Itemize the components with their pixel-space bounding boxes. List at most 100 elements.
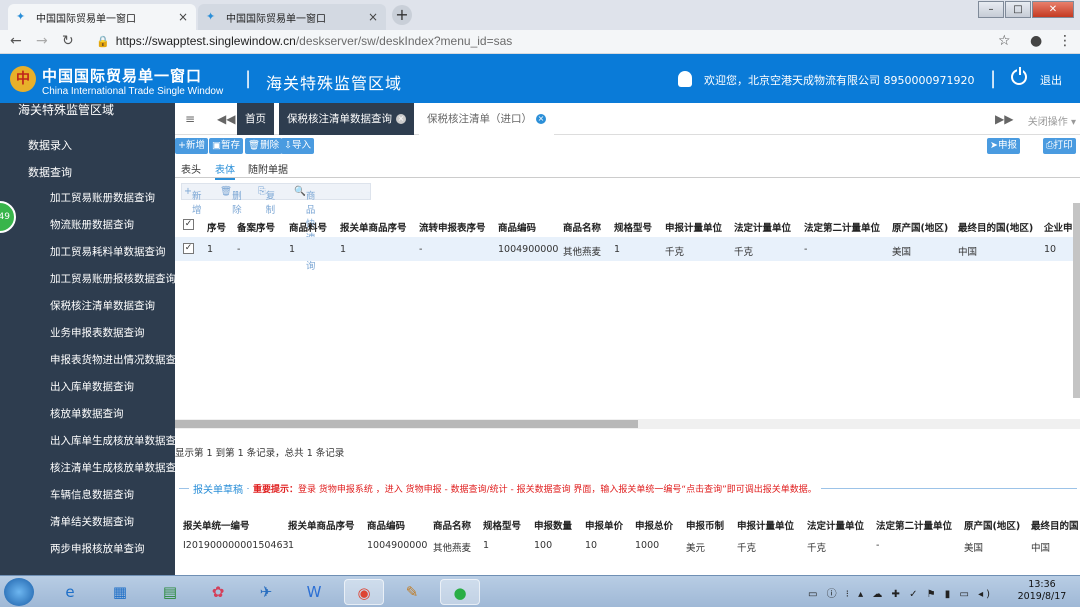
forward-arrow-icon[interactable]: → [36,33,48,49]
subtab-attachments[interactable]: 随附单据 [248,161,288,176]
user-icon [678,71,692,87]
table-cell: 中国 [1031,543,1051,554]
col-header: 申报计量单位 [665,223,723,234]
wps-writer-icon[interactable]: W [294,579,334,605]
sidebar-item[interactable]: 出入库单数据查询 [50,379,175,394]
add-button[interactable]: +新增 [175,138,208,154]
table-cell: 中国 [958,247,978,258]
vertical-scrollbar[interactable] [1073,203,1080,398]
close-tab-icon[interactable]: × [396,114,406,124]
body-toolbar: +新增 🗑删除 ⎘复制 🔍商品快速查询 [181,183,371,272]
body-delete-button[interactable]: 🗑 删除 [220,186,242,216]
browser-tab-title: 中国国际贸易单一窗口 [36,13,136,25]
sidebar-item[interactable]: 核注清单生成核放单数据查询 [50,460,175,475]
photos-app-icon[interactable]: ✿ [198,579,238,605]
col-header: 法定计量单位 [807,521,865,532]
table-header: ✓ 序号 备案序号 商品料号 报关单商品序号 流转申报表序号 商品编码 商品名称… [175,213,1075,237]
table-cell: 美国 [892,247,912,258]
col-header: 规格型号 [614,223,653,234]
single-window-favicon-icon: ✦ [16,10,26,23]
sidebar-item[interactable]: 车辆信息数据查询 [50,487,175,502]
spreadsheet-app-icon[interactable]: ▤ [150,579,190,605]
horizontal-scrollbar[interactable] [175,419,1080,429]
body-copy-button[interactable]: ⎘ 复制 [258,186,275,216]
address-bar: ← → ↻ 🔒 https://swapptest.singlewindow.cn… [0,30,1080,54]
subtab-header[interactable]: 表头 [181,161,201,176]
mail-app-icon[interactable]: ✈ [246,579,286,605]
declare-button[interactable]: ➤申报 [987,138,1020,154]
close-tab-icon[interactable]: × [368,10,378,24]
col-header: 商品名称 [433,521,472,532]
menu-toggle-icon[interactable]: ≡ [185,112,195,126]
back-arrow-icon[interactable]: ← [10,33,22,49]
sidebar-section-data-entry[interactable]: 数据录入 [28,137,72,153]
close-window-button[interactable]: ✕ [1032,1,1074,18]
goods-quick-search-button[interactable]: 🔍商品快速查询 [294,186,315,272]
add-label: 新增 [185,140,205,151]
browser-menu-icon[interactable]: ⋮ [1058,33,1072,49]
save-draft-label: 暂存 [220,140,240,151]
sidebar-item[interactable]: 业务申报表数据查询 [50,325,175,340]
table-row[interactable]: ✓ 1 - 1 1 - 1004900000 其他燕麦 1 千克 千克 - 美国… [175,237,1075,261]
close-operations-menu[interactable]: 关闭操作 ▾ [1028,113,1076,128]
scroll-right-icon[interactable]: ▶▶ [995,112,1013,126]
close-tab-icon[interactable]: × [536,114,546,124]
bookmark-star-icon[interactable]: ☆ [998,33,1011,49]
file-explorer-icon[interactable]: ▦ [100,579,140,605]
scroll-left-icon[interactable]: ◀◀ [217,112,235,126]
col-header: 报关单商品序号 [288,521,355,532]
tab-bonded-import[interactable]: 保税核注清单（进口） × [419,103,554,135]
horizontal-scroll-thumb[interactable] [175,420,638,428]
sidebar-item[interactable]: 申报表货物进出情况数据查询 [50,352,175,367]
sidebar-item[interactable]: 加工贸易耗料单数据查询 [50,244,175,259]
delete-button[interactable]: 🗑删除 [245,138,283,154]
sidebar-item[interactable]: 物流账册数据查询 [50,217,175,232]
chrome-icon[interactable]: ◉ [344,579,384,605]
power-icon[interactable] [1011,67,1027,85]
system-tray[interactable]: ▭ ⓘ ⁝ ▴ ☁ ✚ ✓ ⚑ ▮ ▭ ◂) [808,585,993,600]
minimize-button[interactable]: – [978,1,1004,18]
pagination-info: 显示第 1 到第 1 条记录，总共 1 条记录 [175,448,345,459]
draft-section-legend: 报关单草稿 [189,481,247,496]
reload-icon[interactable]: ↻ [62,33,74,49]
ie-icon[interactable]: e [50,579,90,605]
sidebar-item[interactable]: 出入库单生成核放单数据查询 [50,433,175,448]
import-button[interactable]: ⇩导入 [281,138,314,154]
new-tab-button[interactable]: + [392,5,412,25]
url-field[interactable]: 🔒 https://swapptest.singlewindow.cn/desks… [96,34,512,48]
row-checkbox[interactable]: ✓ [183,243,194,254]
sidebar-item[interactable]: 加工贸易账册报核数据查询 [50,271,175,286]
save-draft-button[interactable]: ▣暂存 [209,138,243,154]
body-add-button[interactable]: + 新增 [184,186,201,216]
sidebar-item[interactable]: 清单结关数据查询 [50,514,175,529]
sidebar-section-data-query[interactable]: 数据查询 [28,164,72,180]
account-icon[interactable]: ● [1030,33,1042,49]
start-button[interactable] [4,578,34,606]
maximize-button[interactable]: □ [1005,1,1031,18]
sidebar-item[interactable]: 保税核注清单数据查询 [50,298,175,313]
tab-home[interactable]: 首页 [237,103,274,135]
notification-badge[interactable]: 49 [0,201,16,233]
sidebar-item[interactable]: 加工贸易账册数据查询 [50,190,175,205]
print-button[interactable]: ⎙打印 [1043,138,1076,154]
browser-tab-1[interactable]: ✦ 中国国际贸易单一窗口 × [8,4,196,30]
table-cell: 100 [534,540,553,551]
close-tab-icon[interactable]: × [178,10,188,24]
subtab-body[interactable]: 表体 [215,161,235,180]
logout-link[interactable]: 退出 [1040,72,1062,88]
draft-section: 报关单草稿 重要提示：登录 货物申报系统 ，进入 货物申报 - 数据查询/统计 … [179,481,1077,496]
taskbar-clock[interactable]: 13:36 2019/8/17 [1012,579,1072,603]
table-row[interactable]: I20190000000150463 1 1004900000 其他燕麦 1 1… [175,533,1080,555]
browser-tab-2[interactable]: ✦ 中国国际贸易单一窗口 × [198,4,386,30]
sidebar-item[interactable]: 两步申报核放单查询 [50,541,175,556]
browser-tab-title: 中国国际贸易单一窗口 [226,13,326,25]
table-cell: 1 [288,540,295,551]
select-all-checkbox[interactable]: ✓ [183,219,194,230]
tab-bonded-query[interactable]: 保税核注清单数据查询 × [279,103,414,135]
sidebar-item[interactable]: 核放单数据查询 [50,406,175,421]
paint-app-icon[interactable]: ✎ [392,579,432,605]
table-cell: - [876,540,880,551]
import-label: 导入 [291,140,311,151]
table-cell: 美国 [964,543,984,554]
wechat-icon[interactable]: ● [440,579,480,605]
